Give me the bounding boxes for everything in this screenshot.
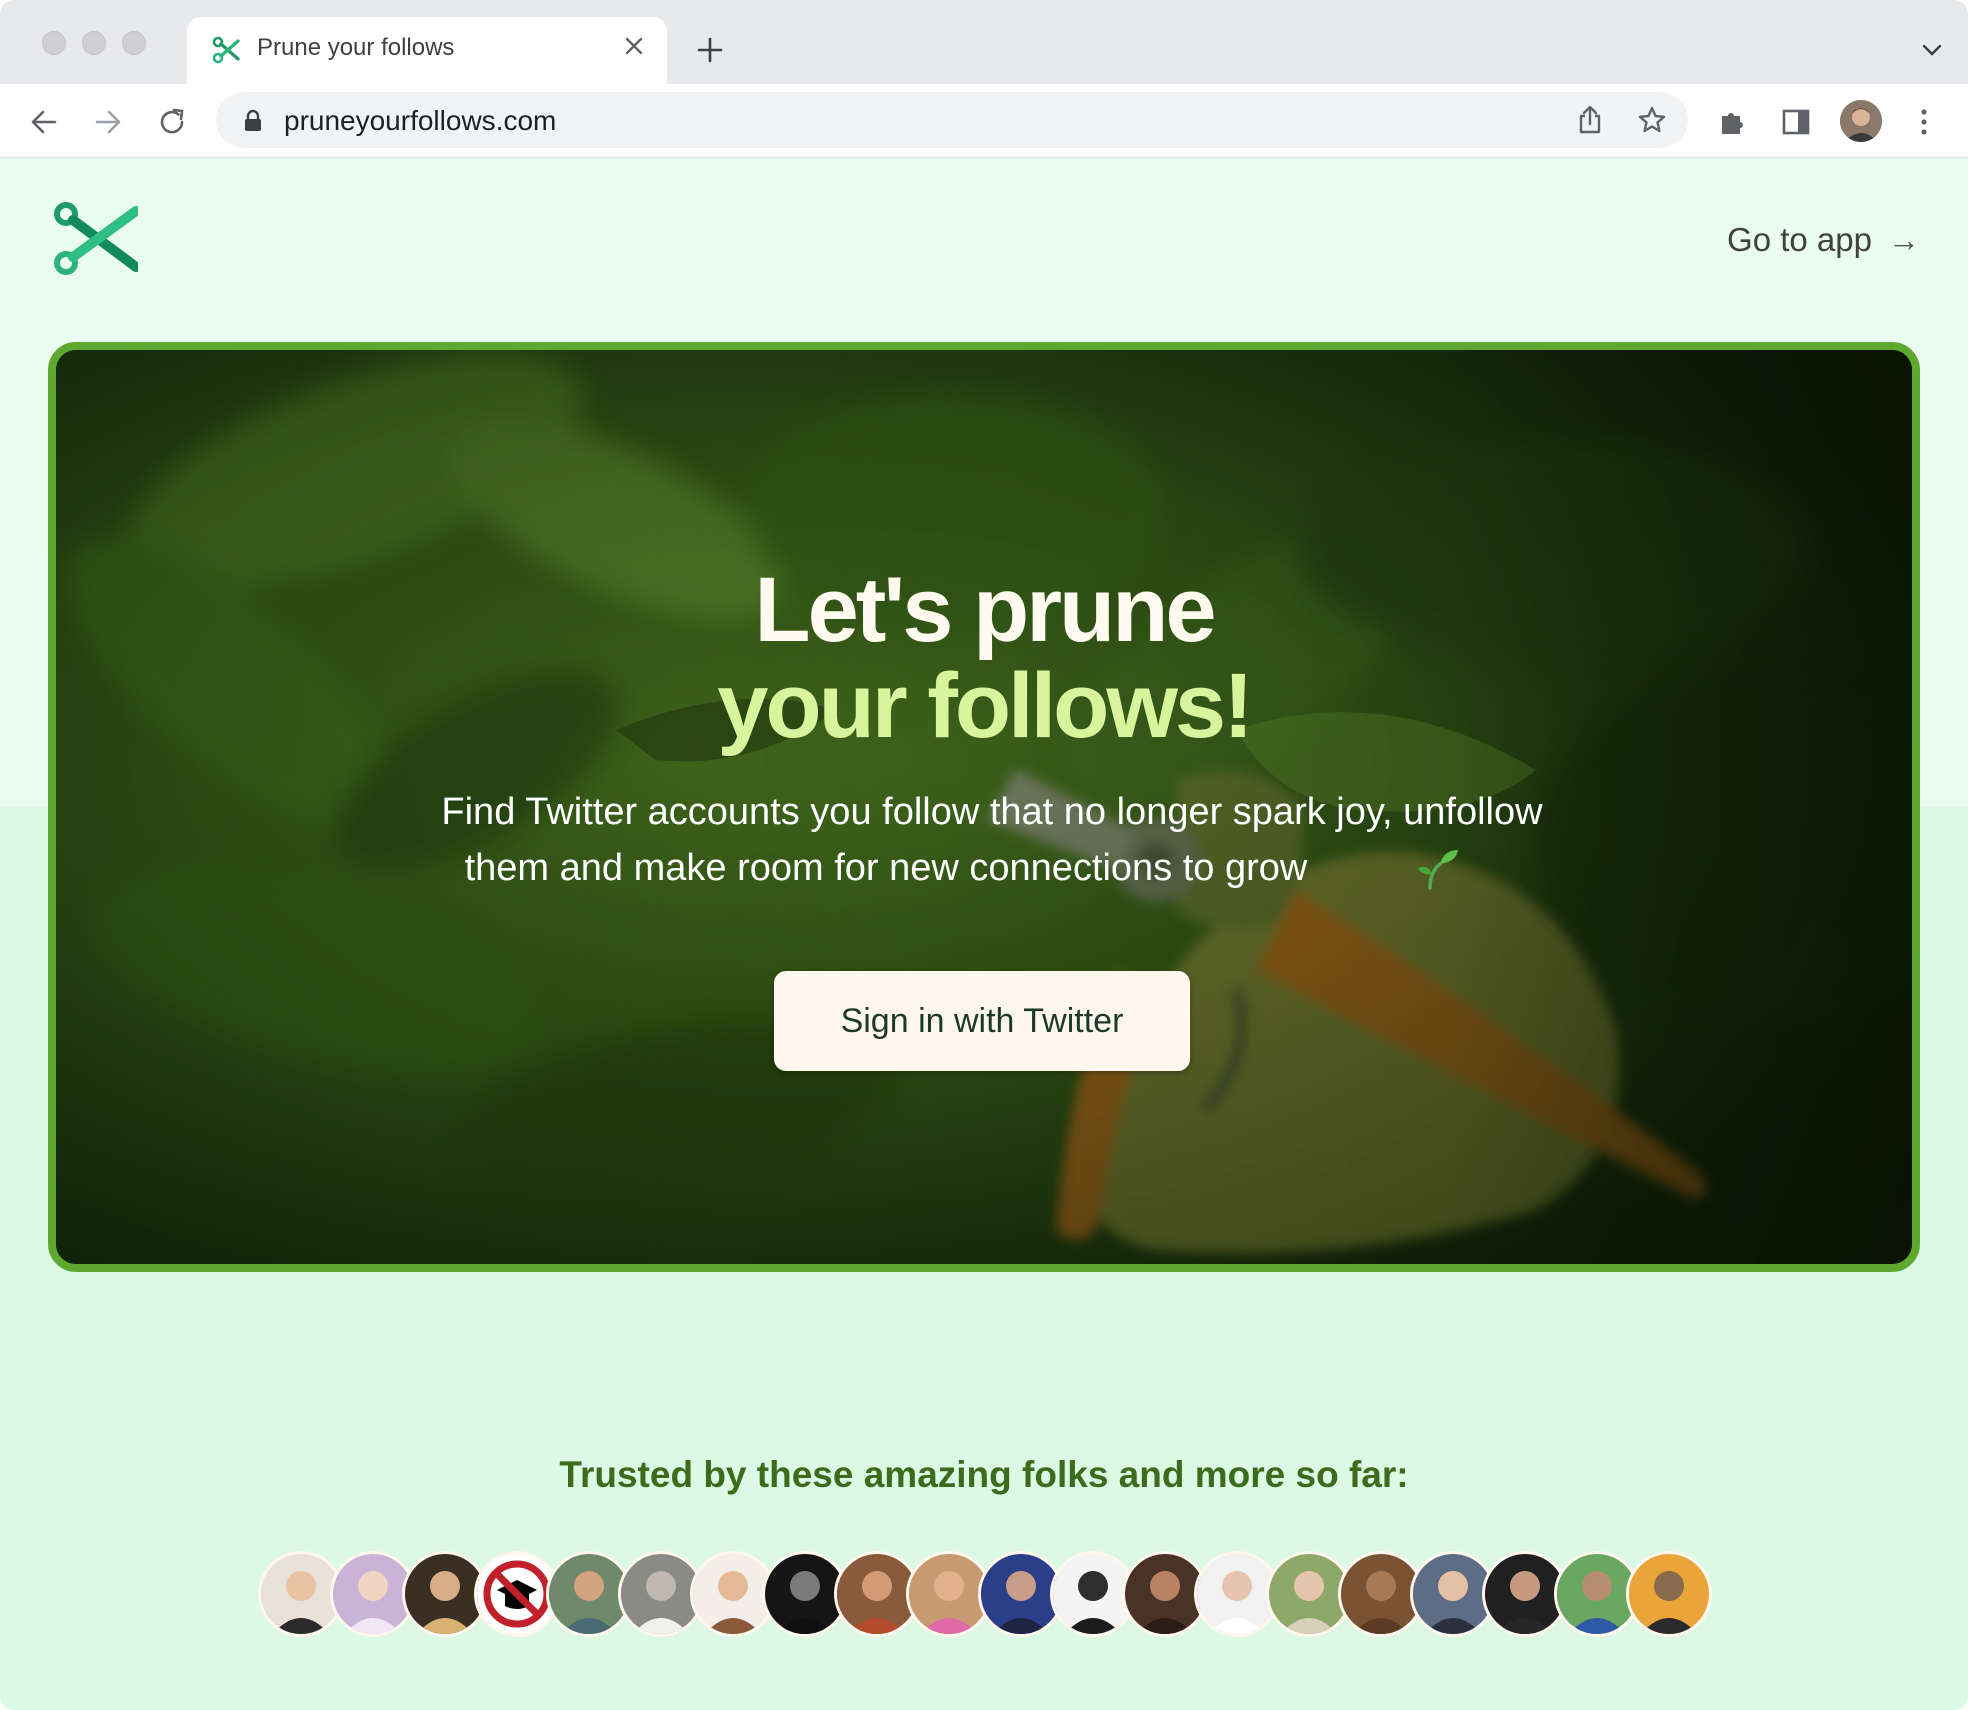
extensions-puzzle-icon[interactable] [1712, 102, 1752, 142]
trusted-by-heading: Trusted by these amazing folks and more … [559, 1454, 1409, 1495]
page: Go to app → Let's prune your follows! Fi… [0, 159, 1968, 1710]
hero-title-line1: Let's prune [754, 559, 1216, 661]
tab-title: Prune your follows [257, 34, 455, 61]
zoom-window-button[interactable] [122, 31, 146, 55]
lock-icon [245, 109, 261, 131]
browser-window: Prune your follows pruneyourfollows.com … [0, 0, 1968, 1710]
tab-strip: Prune your follows [0, 0, 1968, 84]
new-tab-icon[interactable] [690, 30, 730, 70]
address-bar[interactable]: pruneyourfollows.com [216, 92, 1688, 148]
scissors-logo-icon[interactable] [52, 201, 138, 277]
side-panel-icon[interactable] [1776, 102, 1816, 142]
forward-arrow-icon[interactable] [88, 102, 128, 142]
avatar-row [258, 1551, 1712, 1637]
reload-icon[interactable] [152, 102, 192, 142]
hero-subtitle-line1: Find Twitter accounts you follow that no… [441, 791, 1543, 833]
arrow-right-icon: → [1888, 221, 1920, 258]
go-to-app-label: Go to app [1727, 221, 1872, 258]
bookmark-star-icon[interactable] [1634, 102, 1670, 138]
more-menu-icon[interactable] [1904, 102, 1944, 142]
hero-title-line2: your follows! [717, 655, 1253, 757]
go-to-app-link[interactable]: Go to app → [1727, 221, 1920, 259]
browser-toolbar: pruneyourfollows.com [0, 84, 1968, 158]
browser-tab[interactable]: Prune your follows [187, 17, 667, 84]
close-window-button[interactable] [42, 31, 66, 55]
seedling-icon [1418, 850, 1458, 890]
follower-avatar [1626, 1551, 1712, 1637]
scissors-icon [212, 36, 240, 64]
sign-in-with-twitter-button[interactable]: Sign in with Twitter [774, 971, 1190, 1071]
hero-subtitle-line2: them and make room for new connections t… [464, 847, 1308, 889]
profile-avatar[interactable] [1840, 100, 1882, 142]
hero-card: Let's prune your follows! Find Twitter a… [48, 342, 1920, 1272]
back-arrow-icon[interactable] [24, 102, 64, 142]
url-text: pruneyourfollows.com [284, 105, 557, 136]
chevron-down-icon[interactable] [1916, 34, 1948, 66]
close-tab-icon[interactable] [617, 29, 651, 63]
minimize-window-button[interactable] [82, 31, 106, 55]
share-icon[interactable] [1572, 102, 1608, 138]
